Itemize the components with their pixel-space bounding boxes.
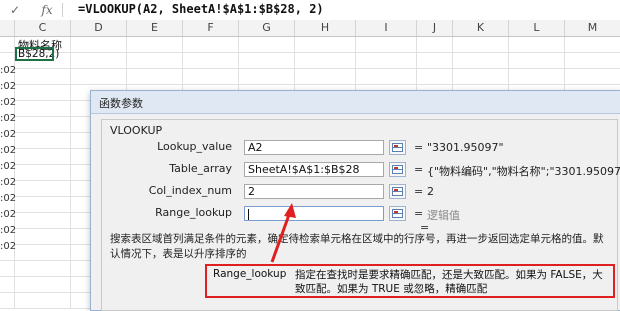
- row-label: :02: [0, 143, 16, 159]
- grid-line: [14, 37, 15, 309]
- formula-bar: ✓ fx =VLOOKUP(A2, SheetA!$A$1:$B$28, 2): [0, 0, 620, 21]
- arg-label-col-index-num: Col_index_num: [148, 184, 232, 197]
- table-array-range-select-button[interactable]: [389, 162, 406, 177]
- range-lookup-result: 逻辑值: [427, 209, 460, 222]
- row-label: :02: [0, 223, 16, 239]
- column-header-i[interactable]: I: [356, 20, 417, 36]
- lookup-value-input[interactable]: A2: [244, 140, 384, 155]
- hint-argument-name: Range_lookup: [213, 268, 287, 280]
- function-arguments-dialog: 函数参数 VLOOKUP Lookup_value A2 = "3301.950…: [90, 90, 620, 311]
- function-group-box: VLOOKUP Lookup_value A2 = "3301.95097" T…: [101, 119, 620, 311]
- row-label: :02: [0, 79, 16, 95]
- row-label: :02: [0, 207, 16, 223]
- column-header-h[interactable]: H: [295, 20, 356, 36]
- row-label: :02: [0, 63, 16, 79]
- row-label: :02: [0, 239, 16, 255]
- argument-hint-box: Range_lookup 指定在查找时是要求精确匹配，还是大致匹配。如果为 FA…: [205, 264, 615, 298]
- range-lookup-range-select-button[interactable]: [389, 206, 406, 221]
- arg-label-range-lookup: Range_lookup: [155, 206, 232, 219]
- lookup-value-range-select-button[interactable]: [389, 140, 406, 155]
- column-header-c[interactable]: C: [15, 20, 71, 36]
- column-header-g[interactable]: G: [239, 20, 295, 36]
- row-header-corner[interactable]: [0, 20, 15, 36]
- column-header-e[interactable]: E: [127, 20, 183, 36]
- range-select-icon: [392, 165, 403, 174]
- lookup-value-result: "3301.95097": [427, 141, 504, 154]
- function-description: 搜索表区域首列满足条件的元素，确定待检索单元格在区域中的行序号，再进一步返回选定…: [110, 233, 604, 260]
- dialog-title: 函数参数: [99, 97, 143, 110]
- row-label: :02: [0, 159, 16, 175]
- col-index-num-range-select-button[interactable]: [389, 184, 406, 199]
- row-label: :02: [0, 127, 16, 143]
- equals-sign: =: [414, 207, 424, 220]
- table-array-input[interactable]: SheetA!$A$1:$B$28: [244, 162, 384, 177]
- col-index-num-input[interactable]: 2: [244, 184, 384, 199]
- row-label: :02: [0, 175, 16, 191]
- column-header-row: C D E F G H I J K L M: [0, 20, 620, 37]
- hint-argument-description: 指定在查找时是要求精确匹配，还是大致匹配。如果为 FALSE，大致匹配。如果为 …: [295, 269, 603, 295]
- range-select-icon: [392, 187, 403, 196]
- row-label: :02: [0, 95, 16, 111]
- insert-function-button[interactable]: fx: [40, 3, 54, 17]
- col-index-num-result: 2: [427, 185, 434, 198]
- range-select-icon: [392, 143, 403, 152]
- column-header-f[interactable]: F: [183, 20, 239, 36]
- range-lookup-input[interactable]: [244, 206, 384, 221]
- equals-sign: =: [414, 163, 424, 176]
- column-header-l[interactable]: L: [509, 20, 565, 36]
- table-array-result: {"物料编码","物料名称";"3301.95097: [427, 165, 620, 178]
- formula-input[interactable]: =VLOOKUP(A2, SheetA!$A$1:$B$28, 2): [78, 2, 324, 16]
- formula-bar-divider: [62, 3, 63, 17]
- range-select-icon: [392, 209, 403, 218]
- arg-label-lookup-value: Lookup_value: [157, 140, 232, 153]
- row-label: :02: [0, 111, 16, 127]
- grid-line: [70, 37, 71, 309]
- dialog-title-bar[interactable]: 函数参数: [91, 91, 620, 114]
- arg-label-table-array: Table_array: [169, 162, 232, 175]
- column-header-m[interactable]: M: [565, 20, 620, 36]
- column-header-k[interactable]: K: [453, 20, 509, 36]
- column-header-j[interactable]: J: [417, 20, 453, 36]
- equals-sign: =: [414, 185, 424, 198]
- function-name: VLOOKUP: [110, 124, 163, 137]
- equals-sign: =: [414, 141, 424, 154]
- text-caret: [248, 208, 249, 220]
- active-cell-outline: [15, 47, 54, 61]
- column-header-d[interactable]: D: [71, 20, 127, 36]
- row-label: :02: [0, 191, 16, 207]
- check-icon[interactable]: ✓: [8, 3, 22, 17]
